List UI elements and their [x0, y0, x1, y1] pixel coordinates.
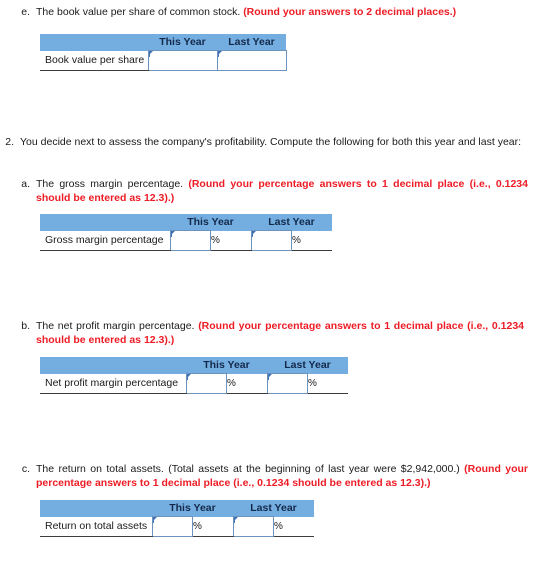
gross-margin-this-year-percent: %: [210, 230, 251, 251]
table-row: Gross margin percentage % %: [40, 230, 332, 251]
part-e-marker: e.: [21, 6, 30, 18]
row-label-return-on-total-assets: Return on total assets: [40, 516, 152, 537]
question-2-text: You decide next to assess the company's …: [20, 136, 522, 148]
header-blank: [40, 34, 148, 51]
row-label-book-value-per-share: Book value per share: [40, 50, 148, 71]
part-a-prompt: a. The gross margin percentage. (Round y…: [12, 178, 528, 205]
table-header-row: This Year Last Year: [40, 214, 332, 231]
part-b-block: b. The net profit margin percentage. (Ro…: [12, 320, 524, 347]
table-row: Book value per share: [40, 50, 287, 71]
header-blank: [40, 357, 186, 374]
part-c-text: The return on total assets. (Total asset…: [36, 463, 528, 490]
part-e-text: The book value per share of common stock…: [36, 6, 536, 20]
part-c-block: c. The return on total assets. (Total as…: [12, 463, 528, 490]
return-on-total-assets-this-year-cell[interactable]: [151, 516, 193, 537]
net-profit-margin-this-year-input[interactable]: [186, 375, 226, 392]
question-2-marker: 2.: [5, 136, 14, 148]
return-on-total-assets-last-year-cell[interactable]: [232, 516, 274, 537]
net-profit-margin-this-year-percent: %: [226, 373, 267, 394]
part-b-marker: b.: [21, 320, 30, 332]
net-profit-margin-last-year-input[interactable]: [267, 375, 307, 392]
net-profit-margin-this-year-cell[interactable]: [185, 373, 227, 394]
part-a-text: The gross margin percentage. (Round your…: [36, 178, 528, 205]
header-this-year: This Year: [170, 214, 251, 231]
part-e-note: (Round your answers to 2 decimal places.…: [243, 6, 457, 18]
gross-margin-last-year-percent: %: [291, 230, 332, 251]
part-e-block: e. The book value per share of common st…: [12, 6, 536, 20]
return-on-total-assets-last-year-percent: %: [273, 516, 314, 537]
part-b-prompt: b. The net profit margin percentage. (Ro…: [12, 320, 524, 347]
part-a-block: a. The gross margin percentage. (Round y…: [12, 178, 528, 205]
book-value-last-year-input[interactable]: [217, 52, 286, 69]
table-header-row: This Year Last Year: [40, 34, 286, 51]
return-on-total-assets-this-year-input[interactable]: [152, 518, 192, 535]
return-on-total-assets-table: This Year Last Year Return on total asse…: [40, 500, 314, 537]
table-row: Return on total assets % %: [40, 516, 314, 537]
header-blank: [40, 500, 152, 517]
header-last-year: Last Year: [251, 214, 332, 231]
net-profit-margin-table: This Year Last Year Net profit margin pe…: [40, 357, 348, 394]
net-profit-margin-last-year-percent: %: [307, 373, 348, 394]
book-value-this-year-cell[interactable]: [147, 50, 218, 71]
header-this-year: This Year: [148, 34, 217, 51]
question-2-prompt: 2. You decide next to assess the company…: [0, 136, 528, 150]
net-profit-margin-last-year-cell[interactable]: [266, 373, 308, 394]
table-row: Net profit margin percentage % %: [40, 373, 348, 394]
gross-margin-last-year-input[interactable]: [251, 232, 291, 249]
gross-margin-this-year-input[interactable]: [170, 232, 210, 249]
header-last-year: Last Year: [267, 357, 348, 374]
part-b-text: The net profit margin percentage. (Round…: [36, 320, 524, 347]
question-2-block: 2. You decide next to assess the company…: [0, 136, 528, 150]
header-this-year: This Year: [152, 500, 233, 517]
return-on-total-assets-last-year-input[interactable]: [233, 518, 273, 535]
header-blank: [40, 214, 170, 231]
table-header-row: This Year Last Year: [40, 357, 348, 374]
row-label-net-profit-margin-percentage: Net profit margin percentage: [40, 373, 186, 394]
part-b-statement: The net profit margin percentage.: [36, 320, 199, 332]
part-c-statement: The return on total assets. (Total asset…: [36, 463, 465, 475]
book-value-this-year-input[interactable]: [148, 52, 217, 69]
gross-margin-table: This Year Last Year Gross margin percent…: [40, 214, 332, 251]
table-header-row: This Year Last Year: [40, 500, 314, 517]
part-e-prompt: e. The book value per share of common st…: [12, 6, 536, 20]
gross-margin-last-year-cell[interactable]: [250, 230, 292, 251]
gross-margin-this-year-cell[interactable]: [169, 230, 211, 251]
part-e-statement: The book value per share of common stock…: [36, 6, 244, 18]
book-value-last-year-cell[interactable]: [216, 50, 287, 71]
return-on-total-assets-this-year-percent: %: [192, 516, 233, 537]
book-value-table: This Year Last Year Book value per share: [40, 34, 287, 71]
part-a-statement: The gross margin percentage.: [36, 178, 189, 190]
header-last-year: Last Year: [217, 34, 286, 51]
header-this-year: This Year: [186, 357, 267, 374]
part-c-prompt: c. The return on total assets. (Total as…: [12, 463, 528, 490]
row-label-gross-margin-percentage: Gross margin percentage: [40, 230, 170, 251]
header-last-year: Last Year: [233, 500, 314, 517]
part-a-marker: a.: [21, 178, 30, 190]
part-c-marker: c.: [21, 463, 30, 475]
